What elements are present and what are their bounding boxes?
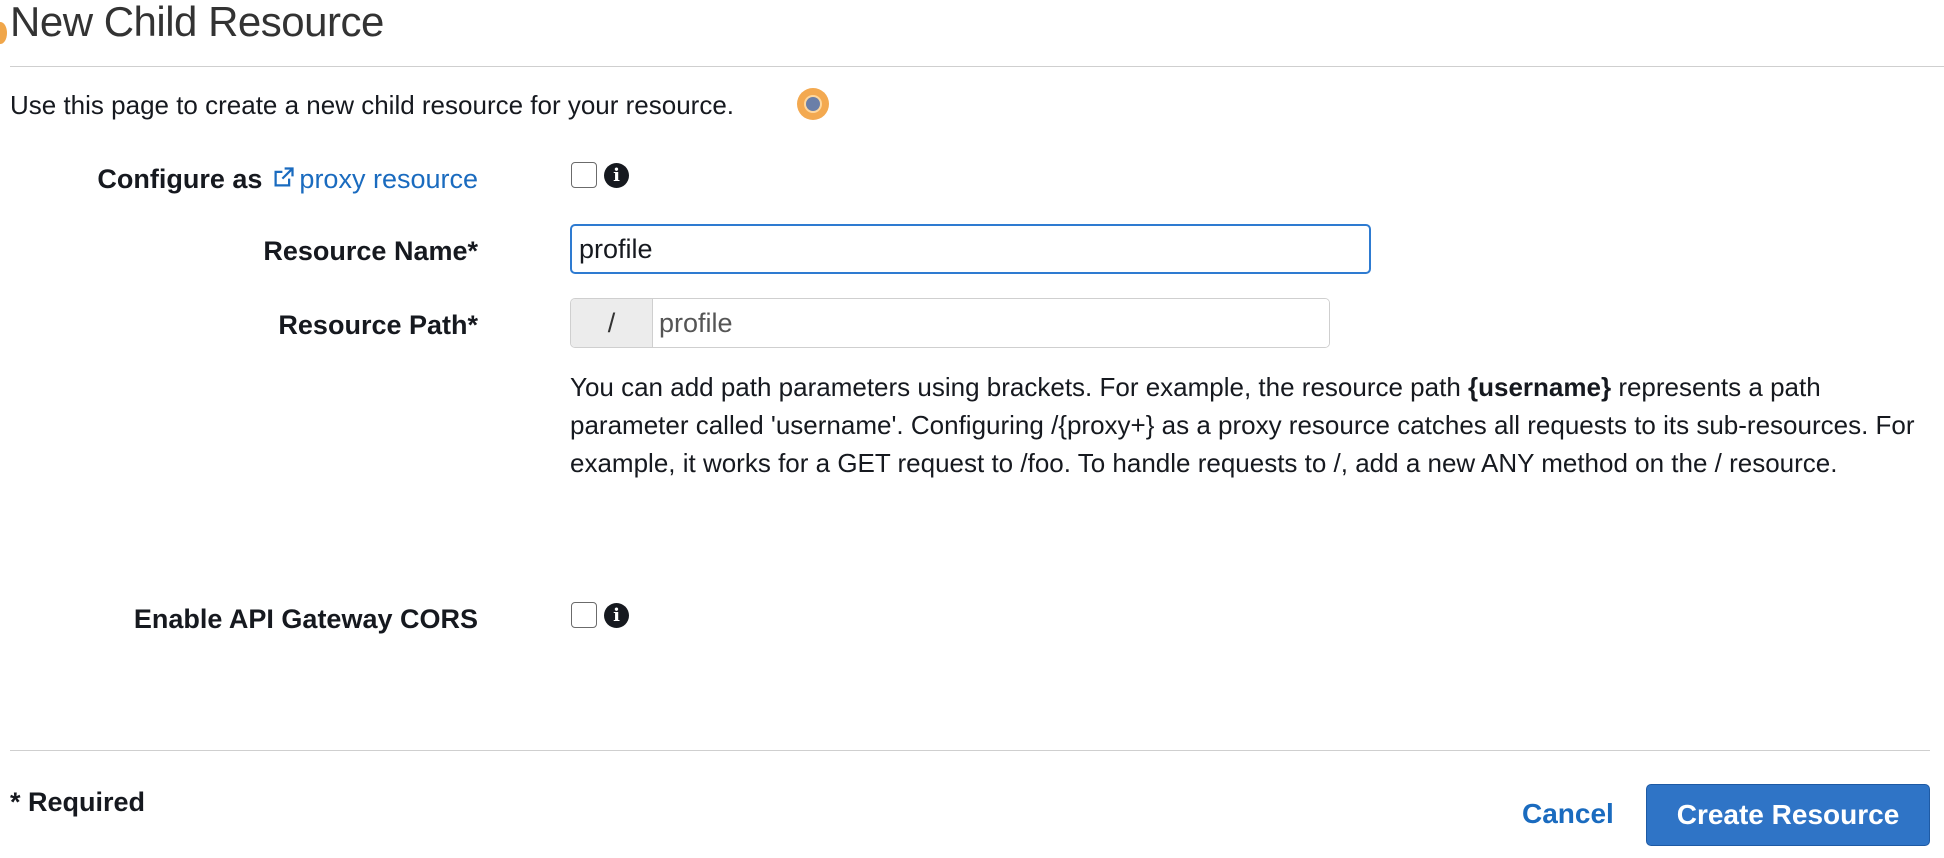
cors-checkbox[interactable] [571,602,597,628]
tour-marker-dot [0,22,7,44]
new-child-resource-page: New Child Resource Use this page to crea… [0,0,1944,858]
resource-name-label: Resource Name* [263,236,478,266]
footer-divider [10,750,1930,751]
proxy-label: Configure as proxy resource [97,164,478,195]
required-note: * Required [10,787,146,817]
resource-path-field: / [570,298,1330,348]
resource-path-input[interactable] [653,299,1329,347]
proxy-label-text: Configure as [97,164,263,194]
page-intro: Use this page to create a new child reso… [10,90,735,120]
proxy-resource-checkbox[interactable] [571,162,597,188]
help-text-bold: {username} [1468,372,1612,402]
info-icon[interactable]: i [604,603,629,628]
resource-name-input[interactable] [570,224,1371,274]
proxy-resource-link-text: proxy resource [299,164,478,194]
create-resource-button[interactable]: Create Resource [1646,784,1930,846]
cancel-button[interactable]: Cancel [1522,798,1614,830]
tour-hotspot-icon[interactable] [797,88,829,120]
cors-label: Enable API Gateway CORS [133,604,478,634]
proxy-resource-link[interactable]: proxy resource [270,164,478,194]
external-link-icon [274,167,295,187]
resource-path-prefix: / [571,299,653,347]
info-icon[interactable]: i [604,163,629,188]
title-divider [10,66,1944,67]
resource-path-label: Resource Path* [278,310,478,340]
help-text-part1: You can add path parameters using bracke… [570,372,1469,402]
page-title: New Child Resource [10,0,384,45]
path-parameters-help: You can add path parameters using bracke… [570,368,1932,482]
